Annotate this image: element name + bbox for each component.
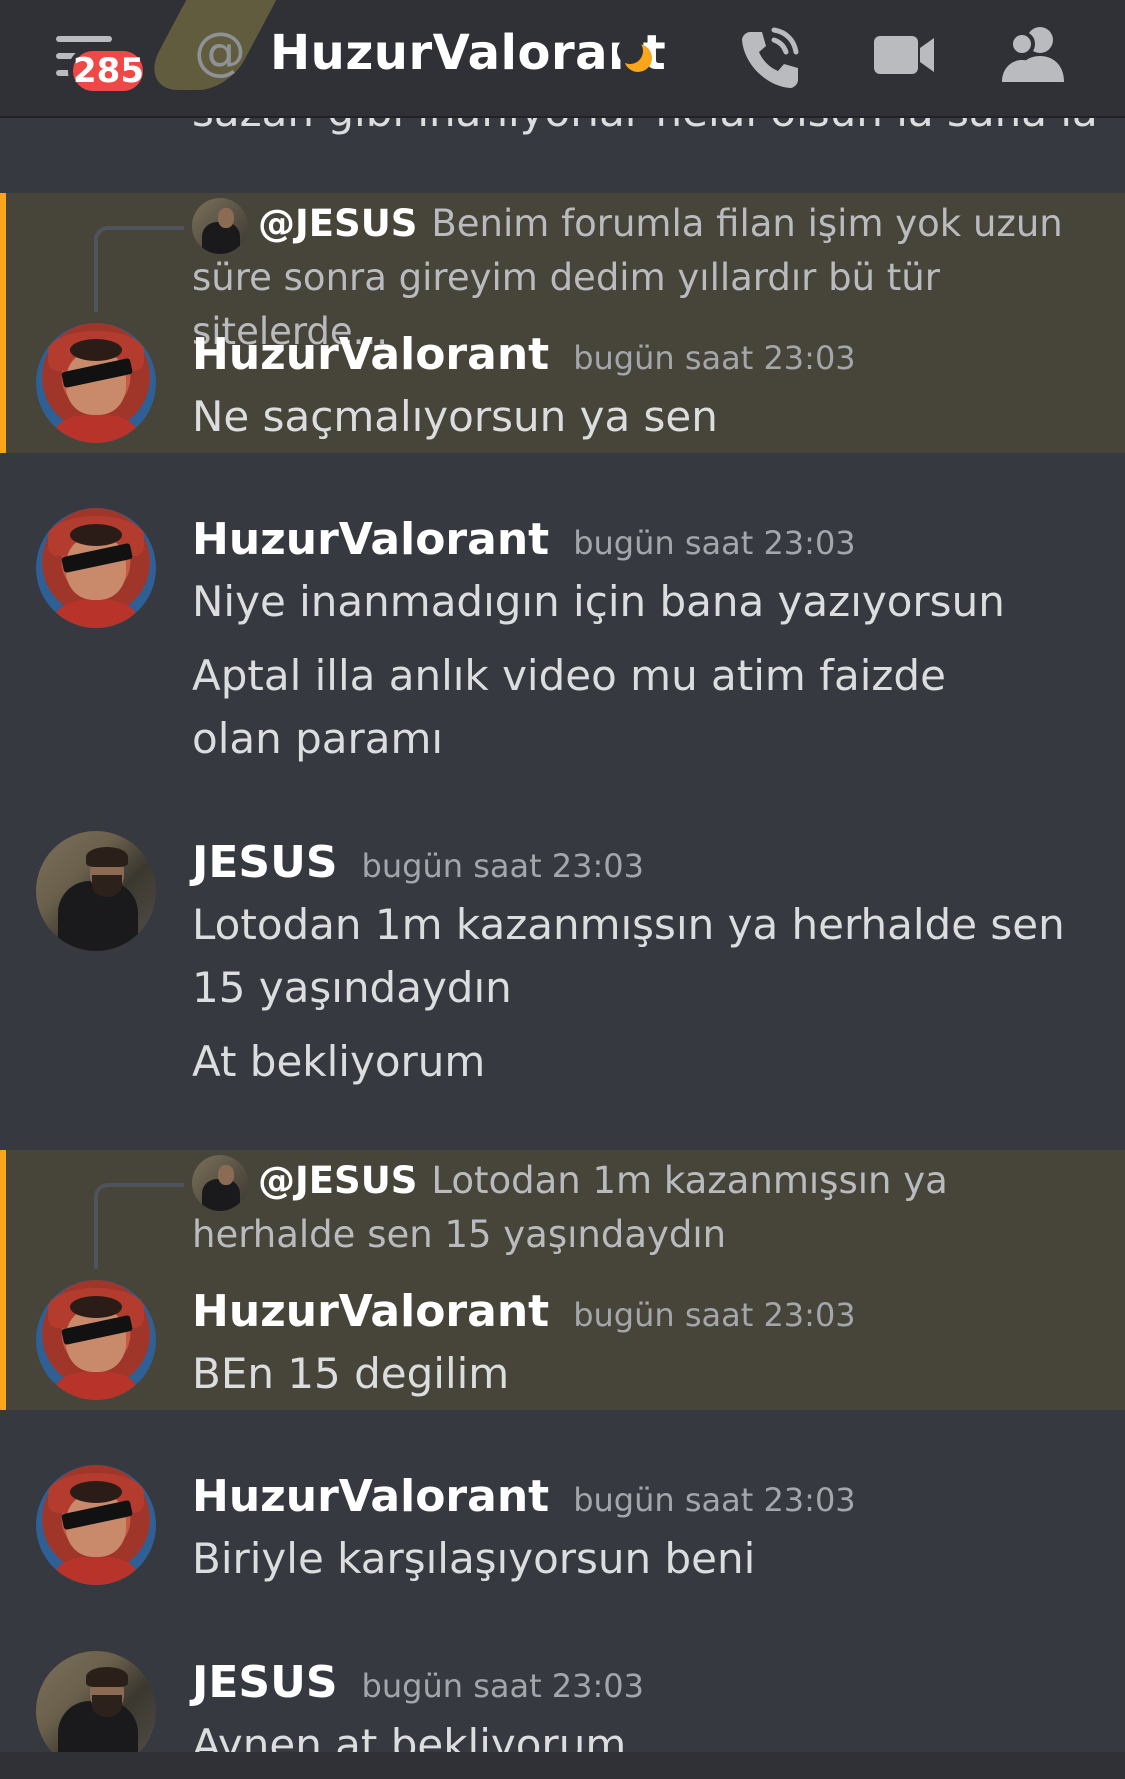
author-name[interactable]: HuzurValorant bugün saat 23:03 — [192, 1284, 856, 1343]
timestamp: bugün saat 23:03 — [573, 1296, 856, 1334]
message-item[interactable]: @JESUS Lotodan 1m kazanmışsın ya herhalde… — [0, 1150, 1125, 1410]
channel-header: 285 @ HuzurValorant — [0, 0, 1125, 118]
voice-call-icon[interactable] — [736, 24, 804, 92]
mention-highlight-bar — [0, 193, 6, 453]
avatar[interactable] — [36, 831, 156, 951]
menu-button[interactable]: 285 — [52, 32, 148, 98]
timestamp: bugün saat 23:03 — [361, 1667, 645, 1705]
idle-moon-icon — [617, 38, 652, 72]
message-list[interactable]: sazan gibi inanıyorlar helal olsun la sa… — [0, 0, 1125, 1779]
channel-title[interactable]: HuzurValorant — [270, 22, 666, 84]
video-call-icon[interactable] — [872, 30, 936, 80]
message-item[interactable]: JESUS bugün saat 23:03 Lotodan 1m kazanmı… — [0, 823, 1125, 1123]
avatar[interactable] — [36, 508, 156, 628]
author-name[interactable]: JESUS bugün saat 23:03 — [192, 1655, 644, 1714]
message-content: Aynen at bekliyorum — [192, 1720, 627, 1752]
message-item[interactable]: HuzurValorant bugün saat 23:03 Biriyle ka… — [0, 1457, 1125, 1597]
timestamp: bugün saat 23:03 — [573, 1481, 856, 1519]
author-name[interactable]: HuzurValorant bugün saat 23:03 — [192, 1469, 856, 1528]
reply-mention[interactable]: @JESUS — [258, 202, 417, 245]
author-name[interactable]: HuzurValorant bugün saat 23:03 — [192, 327, 856, 386]
message-content: Biriyle karşılaşıyorsun beni — [192, 1534, 756, 1583]
message-item[interactable]: JESUS bugün saat 23:03 Aynen at bekliyoru… — [0, 1643, 1125, 1752]
avatar[interactable] — [36, 323, 156, 443]
author-name[interactable]: HuzurValorant bugün saat 23:03 — [192, 512, 856, 571]
message-content: Ne saçmalıyorsun ya sen — [192, 392, 718, 441]
bottom-edge — [0, 1752, 1125, 1779]
chat-screen: sazan gibi inanıyorlar helal olsun la sa… — [0, 0, 1125, 1779]
message-content: Niye inanmadıgın için bana yazıyorsun Ap… — [192, 577, 1005, 763]
reply-mention[interactable]: @JESUS — [258, 1159, 417, 1202]
author-name[interactable]: JESUS bugün saat 23:03 — [192, 835, 644, 894]
reply-preview[interactable]: @JESUS Lotodan 1m kazanmışsın ya herhalde… — [192, 1154, 1085, 1262]
message-item[interactable]: HuzurValorant bugün saat 23:03 Niye inanm… — [0, 500, 1125, 790]
avatar[interactable] — [36, 1651, 156, 1752]
members-icon[interactable] — [1000, 24, 1068, 84]
unread-badge: 285 — [68, 46, 148, 96]
message-content: BEn 15 degilim — [192, 1349, 510, 1398]
reply-connector — [94, 226, 184, 312]
at-icon: @ — [194, 22, 246, 82]
timestamp: bugün saat 23:03 — [361, 847, 645, 885]
message-content: Lotodan 1m kazanmışsın ya herhalde sen 1… — [192, 900, 1065, 1086]
avatar[interactable] — [36, 1465, 156, 1585]
message-item[interactable]: @JESUS Benim forumla filan işim yok uzun … — [0, 193, 1125, 453]
mention-highlight-bar — [0, 1150, 6, 1410]
timestamp: bugün saat 23:03 — [573, 524, 856, 562]
timestamp: bugün saat 23:03 — [573, 339, 856, 377]
reply-connector — [94, 1183, 184, 1269]
avatar[interactable] — [36, 1280, 156, 1400]
